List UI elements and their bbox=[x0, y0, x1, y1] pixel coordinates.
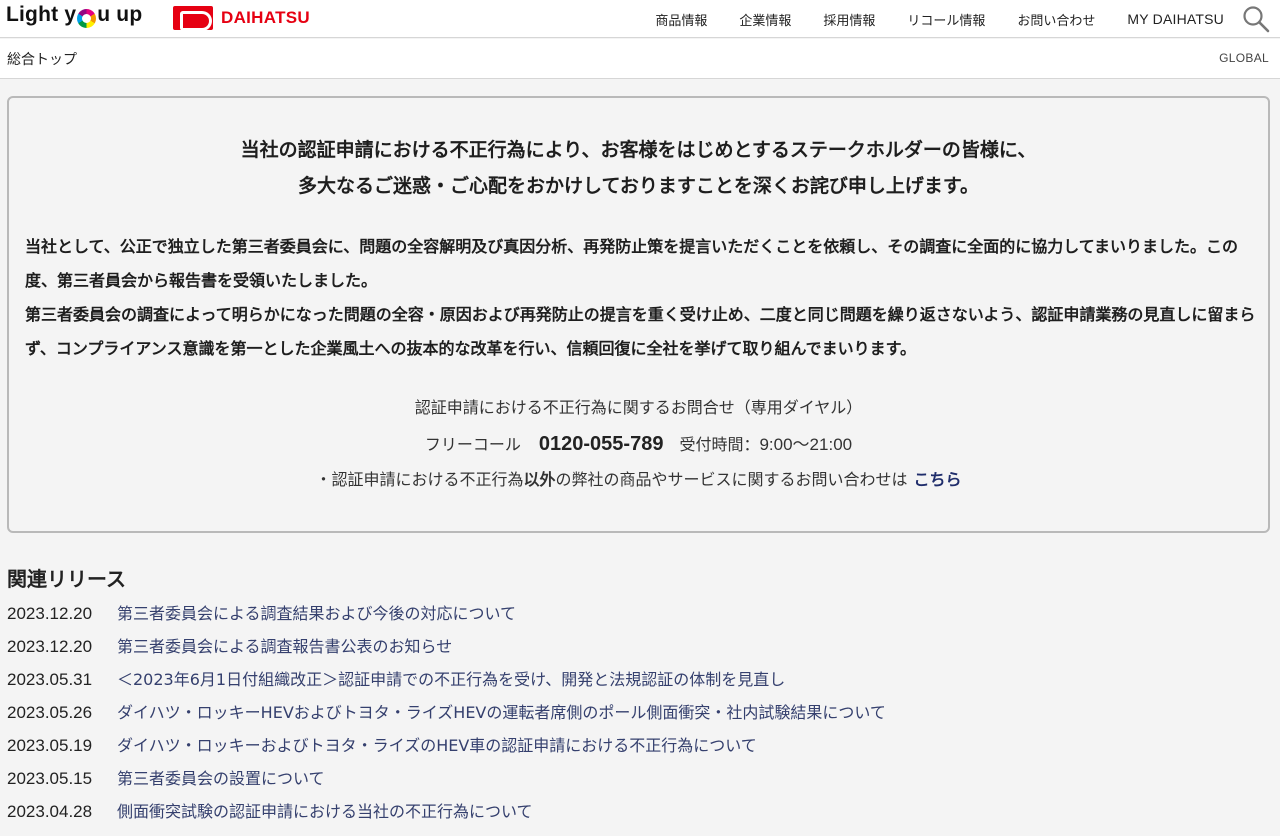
hours-label: 受付時間： bbox=[679, 435, 760, 454]
brand-text-light: Light y bbox=[6, 3, 77, 26]
contact-info: 認証申請における不正行為に関するお問合せ（専用ダイヤル） フリーコール 0120-… bbox=[9, 390, 1268, 498]
brand-text-rest: u up bbox=[97, 3, 143, 26]
nav-my-daihatsu[interactable]: MY DAIHATSU bbox=[1127, 11, 1224, 27]
release-date: 2023.05.31 bbox=[7, 670, 93, 689]
release-date: 2023.12.20 bbox=[7, 604, 93, 623]
notice-paragraph-2: 第三者委員会の調査によって明らかになった問題の全容・原因および再発防止の提言を重… bbox=[25, 305, 1256, 358]
release-date: 2023.05.19 bbox=[7, 736, 93, 755]
daihatsu-mark-icon bbox=[173, 6, 213, 31]
notice-paragraph-1: 当社として、公正で独立した第三者委員会に、問題の全容解明及び真因分析、再発防止策… bbox=[25, 237, 1238, 290]
global-link[interactable]: GLOBAL bbox=[1219, 51, 1269, 65]
release-link[interactable]: 第三者委員会による調査結果および今後の対応について bbox=[117, 604, 516, 623]
nav-corporate[interactable]: 企業情報 bbox=[739, 10, 791, 29]
nav-recall[interactable]: リコール情報 bbox=[907, 10, 985, 29]
free-call-label: フリーコール bbox=[424, 435, 521, 454]
release-link[interactable]: 第三者委員会による調査報告書公表のお知らせ bbox=[117, 637, 452, 656]
contact-phone-row: フリーコール 0120-055-789 受付時間：9:00〜21:00 bbox=[9, 426, 1268, 462]
release-link[interactable]: ダイハツ・ロッキーおよびトヨタ・ライズのHEV車の認証申請における不正行為につい… bbox=[117, 736, 757, 755]
other-inquiry-emphasis: 以外 bbox=[523, 470, 556, 489]
daihatsu-wordmark: DAIHATSU bbox=[221, 8, 310, 27]
related-releases-list: 2023.12.20 第三者委員会による調査結果および今後の対応について 2023… bbox=[7, 597, 886, 828]
other-inquiry-row: ・認証申請における不正行為以外の弊社の商品やサービスに関するお問い合わせは こちら bbox=[9, 462, 1268, 498]
breadcrumb-bar: 総合トップ GLOBAL bbox=[0, 39, 1280, 79]
breadcrumb-home[interactable]: 総合トップ bbox=[7, 49, 77, 69]
list-item: 2023.05.26 ダイハツ・ロッキーHEVおよびトヨタ・ライズHEVの運転者席… bbox=[7, 696, 886, 729]
site-header: Light y u up DAIHATSU 商品情報 企業情報 採用情報 リコール… bbox=[0, 0, 1280, 38]
contact-title: 認証申請における不正行為に関するお問合せ（専用ダイヤル） bbox=[414, 398, 863, 417]
list-item: 2023.05.15 第三者委員会の設置について bbox=[7, 762, 886, 795]
list-item: 2023.04.28 側面衝突試験の認証申請における当社の不正行為について bbox=[7, 795, 886, 828]
list-item: 2023.12.20 第三者委員会による調査結果および今後の対応について bbox=[7, 597, 886, 630]
list-item: 2023.12.20 第三者委員会による調査報告書公表のお知らせ bbox=[7, 630, 886, 663]
nav-careers[interactable]: 採用情報 bbox=[823, 10, 875, 29]
other-inquiry-prefix: ・認証申請における不正行為 bbox=[315, 470, 524, 489]
global-nav: 商品情報 企業情報 採用情報 リコール情報 お問い合わせ MY DAIHATSU bbox=[623, 0, 1224, 38]
release-link[interactable]: ダイハツ・ロッキーHEVおよびトヨタ・ライズHEVの運転者席側のポール側面衝突・… bbox=[117, 703, 886, 722]
other-inquiry-suffix: の弊社の商品やサービスに関するお問い合わせは bbox=[555, 470, 908, 489]
headline-line-1: 当社の認証申請における不正行為により、お客様をはじめとするステークホルダーの皆様… bbox=[240, 139, 1037, 161]
other-inquiry-link[interactable]: こちら bbox=[914, 470, 962, 489]
daihatsu-logo[interactable]: DAIHATSU bbox=[173, 6, 310, 31]
release-link[interactable]: 第三者委員会の設置について bbox=[117, 769, 325, 788]
list-item: 2023.05.19 ダイハツ・ロッキーおよびトヨタ・ライズのHEV車の認証申請に… bbox=[7, 729, 886, 762]
headline-line-2: 多大なるご迷惑・ご心配をおかけしておりますことを深くお詫び申し上げます。 bbox=[298, 175, 979, 197]
notice-headline: 当社の認証申請における不正行為により、お客様をはじめとするステークホルダーの皆様… bbox=[9, 132, 1268, 204]
related-releases-title: 関連リリース bbox=[7, 567, 126, 591]
notice-body: 当社として、公正で独立した第三者委員会に、問題の全容解明及び真因分析、再発防止策… bbox=[25, 230, 1257, 366]
phone-number[interactable]: 0120-055-789 bbox=[539, 433, 664, 455]
release-link[interactable]: 側面衝突試験の認証申請における当社の不正行為について bbox=[117, 802, 533, 821]
release-date: 2023.12.20 bbox=[7, 637, 93, 656]
hours-time: 9:00〜21:00 bbox=[759, 435, 853, 454]
release-date: 2023.05.15 bbox=[7, 769, 93, 788]
nav-contact[interactable]: お問い合わせ bbox=[1017, 10, 1095, 29]
list-item: 2023.05.31 ＜2023年6月1日付組織改正＞認証申請での不正行為を受け、… bbox=[7, 663, 886, 696]
release-date: 2023.04.28 bbox=[7, 802, 93, 821]
apology-notice: 当社の認証申請における不正行為により、お客様をはじめとするステークホルダーの皆様… bbox=[7, 96, 1270, 533]
light-you-up-logo[interactable]: Light y u up bbox=[6, 3, 143, 28]
nav-products[interactable]: 商品情報 bbox=[655, 10, 707, 29]
color-ring-icon bbox=[77, 8, 97, 28]
release-link[interactable]: ＜2023年6月1日付組織改正＞認証申請での不正行為を受け、開発と法規認証の体制… bbox=[117, 670, 785, 689]
release-date: 2023.05.26 bbox=[7, 703, 93, 722]
search-icon[interactable] bbox=[1242, 5, 1270, 33]
